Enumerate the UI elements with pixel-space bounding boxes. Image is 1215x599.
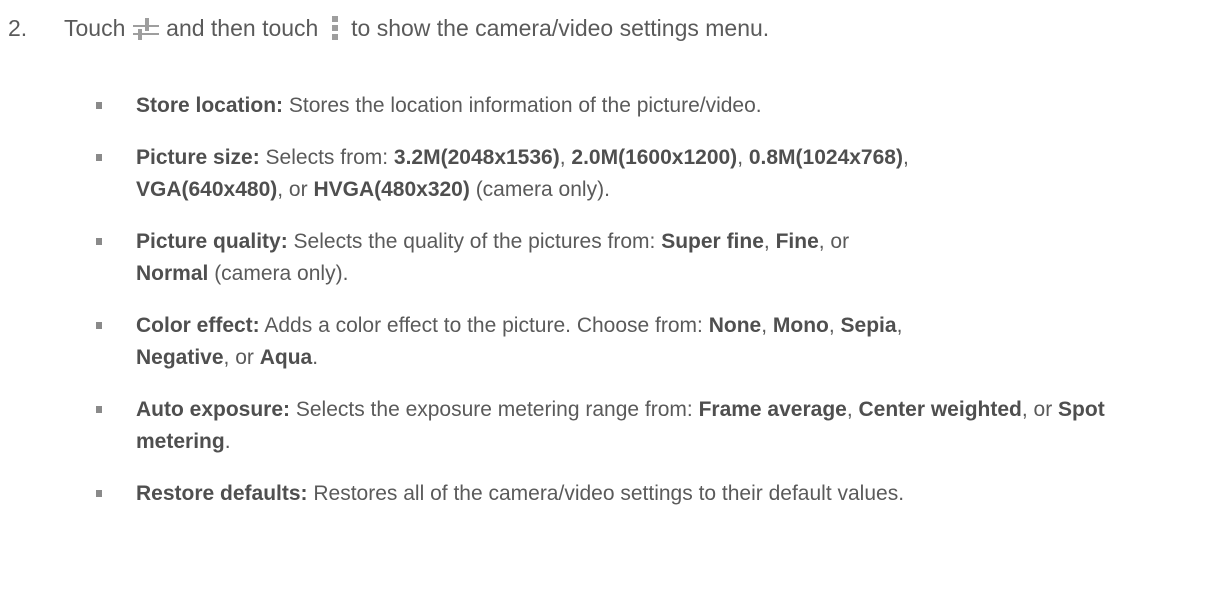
option-value: Negative xyxy=(136,346,224,369)
separator: , xyxy=(902,146,909,169)
option-term: Store location: xyxy=(136,94,284,117)
option-term: Restore defaults: xyxy=(136,482,308,505)
option-value: Super fine xyxy=(661,230,764,253)
step-text-rest: to show the camera/video settings menu. xyxy=(351,15,770,41)
option-value: HVGA(480x320) xyxy=(313,178,470,201)
option-value: Frame average xyxy=(698,398,847,421)
list-item-store-location: Store location: Stores the location info… xyxy=(96,90,1196,122)
separator: , xyxy=(761,314,773,337)
step-text-touch: Touch xyxy=(64,15,126,41)
separator: , or xyxy=(818,230,850,253)
separator: , xyxy=(896,314,903,337)
option-term: Picture quality: xyxy=(136,230,288,253)
separator: , xyxy=(763,230,776,253)
option-value: Fine xyxy=(775,230,819,253)
bullet-marker xyxy=(96,102,102,109)
option-description: Selects the exposure metering range from… xyxy=(290,398,699,421)
option-description: Restores all of the camera/video setting… xyxy=(307,482,905,505)
bullet-marker xyxy=(96,238,102,245)
separator: , xyxy=(737,146,749,169)
option-term: Picture size: xyxy=(136,146,260,169)
option-note: . xyxy=(312,346,319,369)
option-description: Selects the quality of the pictures from… xyxy=(287,230,662,253)
separator: , or xyxy=(223,346,260,369)
vertical-menu-icon xyxy=(325,15,345,41)
option-value: Center weighted xyxy=(858,398,1022,421)
option-description: Selects from: xyxy=(259,146,394,169)
separator: , or xyxy=(277,178,314,201)
option-value: Aqua xyxy=(259,346,313,369)
option-note: (camera only). xyxy=(469,178,610,201)
list-item-color-effect: Color effect: Adds a color effect to the… xyxy=(96,310,1196,374)
option-note: . xyxy=(224,430,231,453)
option-value: Mono xyxy=(772,314,829,337)
step-number: 2. xyxy=(8,15,28,41)
option-value: 3.2M(2048x1536) xyxy=(393,146,560,169)
step-text-then: and then touch xyxy=(166,15,319,41)
list-item-picture-quality: Picture quality: Selects the quality of … xyxy=(96,226,1196,290)
option-value: None xyxy=(708,314,762,337)
list-item-picture-size: Picture size: Selects from: 3.2M(2048x15… xyxy=(96,142,1196,206)
separator: , xyxy=(828,314,841,337)
option-value: 2.0M(1600x1200) xyxy=(571,146,738,169)
bullet-marker xyxy=(96,154,102,161)
option-value: VGA(640x480) xyxy=(136,178,278,201)
option-term: Auto exposure: xyxy=(136,398,291,421)
settings-sliders-icon xyxy=(132,17,160,41)
option-value: Sepia xyxy=(840,314,897,337)
settings-options-list: Store location: Stores the location info… xyxy=(96,90,1196,530)
bullet-marker xyxy=(96,406,102,413)
list-item-restore-defaults: Restore defaults: Restores all of the ca… xyxy=(96,478,1196,510)
option-term: Color effect: xyxy=(136,314,260,337)
option-value: 0.8M(1024x768) xyxy=(748,146,903,169)
separator: , xyxy=(846,398,859,421)
separator: , xyxy=(559,146,572,169)
bullet-marker xyxy=(96,490,102,497)
option-note: (camera only). xyxy=(208,262,349,285)
step-2-instruction: 2. Touch and then touch to show the camer… xyxy=(8,14,769,42)
bullet-marker xyxy=(96,322,102,329)
list-item-auto-exposure: Auto exposure: Selects the exposure mete… xyxy=(96,394,1196,458)
option-value: Normal xyxy=(136,262,209,285)
option-description: Adds a color effect to the picture. Choo… xyxy=(259,314,709,337)
separator: , or xyxy=(1021,398,1059,421)
option-description: Stores the location information of the p… xyxy=(283,94,762,117)
